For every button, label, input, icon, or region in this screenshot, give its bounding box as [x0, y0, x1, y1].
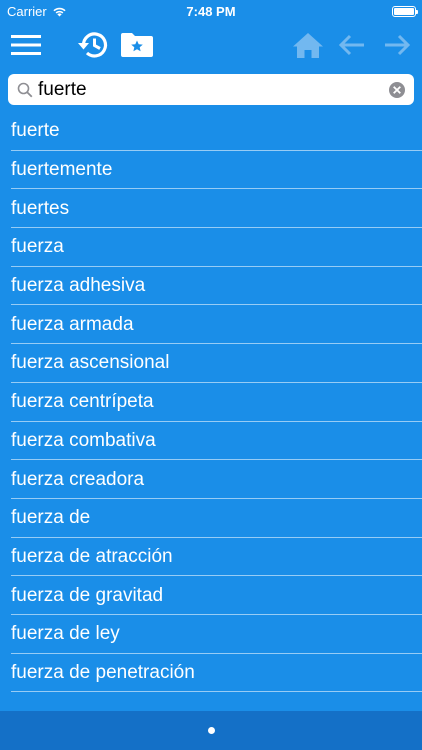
- history-button[interactable]: [72, 22, 112, 68]
- list-item[interactable]: fuerza de gravitad: [0, 576, 422, 615]
- clear-icon[interactable]: [387, 80, 407, 100]
- menu-button[interactable]: [6, 22, 46, 68]
- hamburger-icon: [11, 35, 41, 55]
- toolbar: [0, 22, 422, 68]
- list-item[interactable]: fuerza combativa: [0, 422, 422, 461]
- status-bar: Carrier 7:48 PM: [0, 0, 422, 22]
- page-indicator-dot[interactable]: [207, 727, 215, 734]
- battery-icon: [392, 5, 418, 17]
- battery-fill: [394, 7, 414, 15]
- forward-button[interactable]: [378, 22, 416, 68]
- list-item[interactable]: fuerza de ley: [0, 615, 422, 654]
- list-item[interactable]: fuertes: [0, 189, 422, 228]
- history-icon: [78, 32, 108, 58]
- list-item[interactable]: fuerza de penetración: [0, 654, 422, 693]
- wifi-icon: [53, 7, 66, 16]
- list-item[interactable]: fuerza de: [0, 499, 422, 538]
- home-button[interactable]: [288, 22, 328, 68]
- search-bar: [8, 74, 414, 105]
- folder-star-icon: [121, 33, 153, 57]
- search-icon: [17, 82, 33, 97]
- list-item[interactable]: fuerza adhesiva: [0, 267, 422, 306]
- list-item[interactable]: fuerza: [0, 228, 422, 267]
- list-item[interactable]: fuerza de atracción: [0, 538, 422, 577]
- back-button[interactable]: [334, 22, 370, 68]
- arrow-left-icon: [338, 34, 364, 56]
- carrier-label: Carrier: [7, 3, 47, 19]
- list-item[interactable]: fuerte: [0, 112, 422, 151]
- search-input[interactable]: [33, 75, 387, 104]
- list-item[interactable]: fuerza centrípeta: [0, 383, 422, 422]
- bottom-bar: [0, 711, 422, 750]
- list-item[interactable]: fuerza armada: [0, 305, 422, 344]
- status-right: [392, 5, 418, 17]
- home-icon: [293, 33, 323, 58]
- status-left: Carrier: [7, 4, 67, 19]
- list-item[interactable]: fuertemente: [0, 151, 422, 190]
- favorites-button[interactable]: [118, 22, 156, 68]
- list-item[interactable]: fuerza creadora: [0, 460, 422, 499]
- results-list: fuerte fuertemente fuertes fuerza fuerza adh…: [0, 112, 422, 711]
- arrow-right-icon: [385, 34, 411, 56]
- list-item[interactable]: fuerza ascensional: [0, 344, 422, 383]
